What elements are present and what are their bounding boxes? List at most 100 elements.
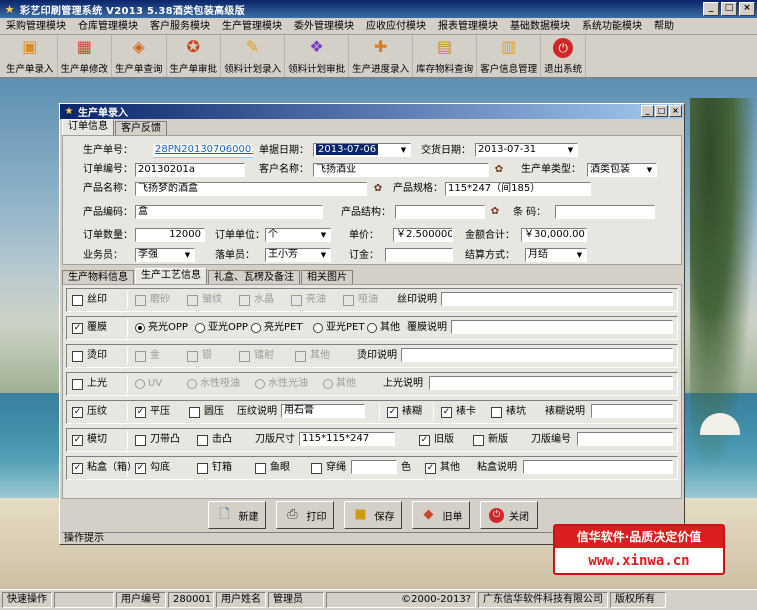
close-window-button[interactable]: ⏻ 关闭 [480, 501, 538, 529]
menu-outsourcing[interactable]: 委外管理模块 [288, 18, 360, 35]
toolbar-order-approve-button[interactable]: ✪ 生产单审批 [167, 35, 222, 77]
glue-opt-rope[interactable]: 穿绳 [311, 461, 346, 475]
tab-customer-feedback[interactable]: 客户反馈 [115, 121, 167, 135]
order-type-select[interactable]: 酒类包装 ▼ [587, 163, 657, 177]
unit-select[interactable]: 个 ▼ [265, 228, 331, 242]
silk-opt-matte-oil[interactable]: 哑油 [343, 293, 378, 307]
settle-select[interactable]: 月结 ▼ [525, 248, 587, 262]
spec-field[interactable]: 115*247（间185） [445, 182, 591, 196]
toolbar-order-entry-button[interactable]: ▣ 生产单录入 [3, 35, 58, 77]
toolbar-progress-entry-button[interactable]: ✚ 生产进度录入 [349, 35, 414, 77]
menu-customer-service[interactable]: 客户服务模块 [144, 18, 216, 35]
toolbar-customer-info-button[interactable]: ▥ 客户信息管理 [477, 35, 542, 77]
toolbar-material-plan-entry-button[interactable]: ✎ 领料计划录入 [221, 35, 286, 77]
structure-picker-icon[interactable]: ✿ [489, 206, 501, 218]
die-code-field[interactable] [577, 432, 673, 446]
menu-purchase[interactable]: 采购管理模块 [0, 18, 72, 35]
die-opt-new-plate[interactable]: 新版 [473, 433, 508, 447]
save-button[interactable]: ■ 保存 [344, 501, 402, 529]
sales-select[interactable]: 李强 ▼ [135, 248, 195, 262]
foil-opt-silver[interactable]: 银 [187, 349, 212, 363]
silk-opt-gloss[interactable]: 亮油 [291, 293, 326, 307]
foil-checkbox[interactable]: 烫印 [72, 349, 107, 363]
gloss-desc-field[interactable] [429, 376, 673, 390]
die-size-field[interactable]: 115*115*247 [299, 432, 395, 446]
foil-desc-field[interactable] [401, 348, 673, 362]
tab-material-info[interactable]: 生产物料信息 [62, 270, 134, 284]
mount-checkbox[interactable]: ✓ 裱糊 [387, 405, 422, 419]
film-desc-field[interactable] [451, 320, 673, 334]
toolbar-order-query-button[interactable]: ◈ 生产单查询 [112, 35, 167, 77]
gloss-opt-water-gloss[interactable]: 水性光油 [255, 377, 308, 391]
press-opt-flat[interactable]: ✓ 平压 [135, 405, 170, 419]
creator-select[interactable]: 王小芳 ▼ [265, 248, 331, 262]
menu-base-data[interactable]: 基础数据模块 [504, 18, 576, 35]
silk-checkbox[interactable]: 丝印 [72, 293, 107, 307]
maximize-button[interactable]: □ [721, 2, 737, 16]
glue-opt-other[interactable]: ✓ 其他 [425, 461, 460, 475]
menu-accounts[interactable]: 应收应付模块 [360, 18, 432, 35]
customer-picker-icon[interactable]: ✿ [493, 164, 505, 176]
die-checkbox[interactable]: ✓ 模切 [72, 433, 107, 447]
menu-production[interactable]: 生产管理模块 [216, 18, 288, 35]
glue-opt-hook-bottom[interactable]: ✓ 勾底 [135, 461, 170, 475]
tab-order-info[interactable]: 订单信息 [62, 119, 114, 135]
child-maximize-button[interactable]: □ [655, 105, 668, 117]
tab-related-images[interactable]: 相关图片 [301, 270, 353, 284]
product-code-field[interactable]: 盒 [135, 205, 323, 219]
glue-opt-staple[interactable]: 钉箱 [197, 461, 232, 475]
mount-desc-field[interactable] [591, 404, 673, 418]
vendor-url[interactable]: www.xinwa.cn [555, 548, 723, 574]
new-button[interactable]: 🗋 新建 [208, 501, 266, 529]
deposit-field[interactable] [385, 248, 453, 262]
close-button[interactable]: × [739, 2, 755, 16]
glue-opt-fisheye[interactable]: 鱼眼 [255, 461, 290, 475]
press-checkbox[interactable]: ✓ 压纹 [72, 405, 107, 419]
glue-color-field[interactable] [351, 460, 397, 474]
film-checkbox[interactable]: ✓ 覆膜 [72, 321, 107, 335]
silk-desc-field[interactable] [441, 292, 673, 306]
press-opt-round[interactable]: 圆压 [189, 405, 224, 419]
foil-opt-gold[interactable]: 金 [135, 349, 160, 363]
customer-field[interactable]: 飞扬酒业 [313, 163, 489, 177]
film-opt-matte-opp[interactable]: 亚光OPP [195, 321, 248, 335]
film-opt-gloss-opp[interactable]: 亮光OPP [135, 321, 188, 335]
toolbar-material-plan-approve-button[interactable]: ❖ 领料计划审批 [285, 35, 350, 77]
press-desc-field[interactable]: 用石膏 [281, 404, 365, 418]
gloss-opt-other[interactable]: 其他 [323, 377, 356, 391]
gloss-opt-uv[interactable]: UV [135, 377, 162, 391]
minimize-button[interactable]: _ [703, 2, 719, 16]
child-close-button[interactable]: × [669, 105, 682, 117]
order-no-field[interactable]: 28PN201307060001 [153, 144, 253, 158]
order-code-field[interactable]: 20130201a [135, 163, 245, 177]
tab-craft-info[interactable]: 生产工艺信息 [135, 268, 207, 284]
order-date-picker[interactable]: 2013-07-06 ▼ [313, 143, 411, 157]
menu-reports[interactable]: 报表管理模块 [432, 18, 504, 35]
die-opt-old-plate[interactable]: ✓ 旧版 [419, 433, 454, 447]
die-opt-emboss-knife[interactable]: 刀带凸 [135, 433, 180, 447]
product-picker-icon[interactable]: ✿ [372, 183, 384, 195]
film-opt-matte-pet[interactable]: 亚光PET [313, 321, 364, 335]
foil-opt-other[interactable]: 其他 [295, 349, 330, 363]
price-field[interactable]: ￥2.500000 [393, 228, 453, 242]
silk-opt-matte[interactable]: 磨砂 [135, 293, 170, 307]
toolbar-stock-query-button[interactable]: ▤ 库存物料查询 [413, 35, 478, 77]
tab-giftbox-notes[interactable]: 礼盒、瓦楞及备注 [208, 270, 300, 284]
mount-opt-corrugated[interactable]: 裱坑 [491, 405, 526, 419]
menu-help[interactable]: 帮助 [648, 18, 680, 35]
structure-field[interactable] [395, 205, 485, 219]
glue-desc-field[interactable] [523, 460, 673, 474]
toolbar-order-edit-button[interactable]: ▦ 生产单修改 [58, 35, 113, 77]
gloss-opt-water-matte[interactable]: 水性哑油 [187, 377, 240, 391]
barcode-field[interactable] [555, 205, 655, 219]
print-button[interactable]: ⎙ 打印 [276, 501, 334, 529]
silk-opt-crystal[interactable]: 水晶 [239, 293, 274, 307]
silk-opt-wrinkle[interactable]: 皱纹 [187, 293, 222, 307]
foil-opt-laser[interactable]: 镭射 [239, 349, 274, 363]
film-opt-other[interactable]: 其他 [367, 321, 400, 335]
mount-opt-card[interactable]: ✓ 裱卡 [441, 405, 476, 419]
old-order-button[interactable]: ◆ 旧单 [412, 501, 470, 529]
qty-field[interactable]: 12000 [135, 228, 205, 242]
die-opt-emboss[interactable]: 击凸 [197, 433, 232, 447]
child-minimize-button[interactable]: _ [641, 105, 654, 117]
